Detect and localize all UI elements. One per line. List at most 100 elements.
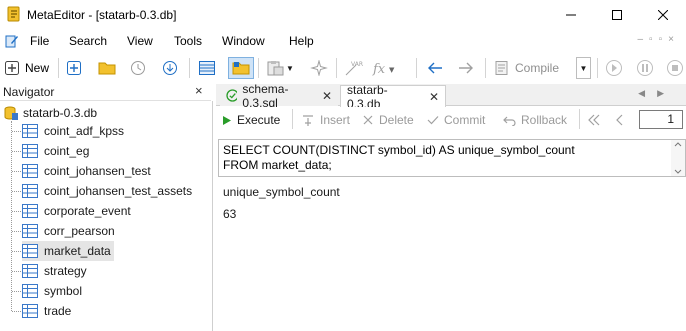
svg-text:fx: fx xyxy=(372,62,386,76)
tree-item-corr-pearson[interactable]: corr_pearson xyxy=(12,221,118,241)
tree-item-strategy[interactable]: strategy xyxy=(12,261,90,281)
insert-row-icon xyxy=(303,114,313,126)
menu-help[interactable]: Help xyxy=(289,34,314,48)
sparkle-icon xyxy=(310,60,328,76)
navigator-header: Navigator × xyxy=(0,83,211,101)
arrow-right-icon xyxy=(459,62,473,74)
sql-scrollbar[interactable] xyxy=(671,140,685,176)
debug-pause-button[interactable] xyxy=(636,57,654,79)
tab-scroll-arrows[interactable]: ◀▶ xyxy=(638,88,676,99)
delete-button[interactable]: Delete xyxy=(362,112,414,128)
tree-item-coint-johansen-test[interactable]: coint_johansen_test xyxy=(12,161,154,181)
close-icon xyxy=(658,10,668,20)
execute-button[interactable]: Execute xyxy=(222,112,280,128)
tab-schema-sql[interactable]: schema-0.3.sql ✕ xyxy=(220,82,338,110)
wizard-button[interactable] xyxy=(310,57,328,79)
maximize-button[interactable] xyxy=(594,0,640,30)
tree-item-trade[interactable]: trade xyxy=(12,301,74,321)
editor-tab-strip: schema-0.3.sql ✕ statarb-0.3.db ✕ ◀▶ xyxy=(216,82,686,111)
table-icon xyxy=(22,204,38,218)
table-icon xyxy=(22,184,38,198)
function-icon: fx ▼ xyxy=(372,62,395,76)
variable-icon: VAR xyxy=(345,61,363,76)
tree-item-coint-adf-kpss[interactable]: coint_adf_kpss xyxy=(12,121,127,141)
menu-window[interactable]: Window xyxy=(222,34,265,48)
commit-button[interactable]: Commit xyxy=(427,112,485,128)
delete-x-icon xyxy=(363,115,373,125)
svg-text:VAR: VAR xyxy=(351,61,363,68)
debug-start-button[interactable] xyxy=(605,57,623,79)
tree-root-database[interactable]: statarb-0.3.db xyxy=(3,105,97,121)
prev-page-button[interactable] xyxy=(615,112,625,128)
title-bar: MetaEditor - [statarb-0.3.db] xyxy=(0,0,686,30)
download-button[interactable] xyxy=(162,57,178,79)
check-circle-icon xyxy=(226,89,238,102)
menu-bar: File Search View Tools Window Help –▫▫× xyxy=(0,30,686,52)
compile-button[interactable]: Compile xyxy=(494,57,559,79)
close-button[interactable] xyxy=(640,0,686,30)
function-button[interactable]: fx ▼ xyxy=(372,57,398,79)
tab-close-icon[interactable]: ✕ xyxy=(322,89,332,103)
tree-item-market-data[interactable]: market_data xyxy=(12,241,114,261)
back-button[interactable] xyxy=(426,57,444,79)
menu-view[interactable]: View xyxy=(127,34,153,48)
toolbar-separator xyxy=(416,58,417,78)
toolbar-separator xyxy=(58,58,59,78)
compile-dropdown-button[interactable]: ▼ xyxy=(576,57,591,79)
result-cell[interactable]: 63 xyxy=(223,207,236,221)
pause-circle-icon xyxy=(637,60,653,76)
table-icon xyxy=(22,284,38,298)
table-icon xyxy=(22,224,38,238)
variable-button[interactable]: VAR xyxy=(344,57,364,79)
sql-query-editor[interactable]: SELECT COUNT(DISTINCT symbol_id) AS uniq… xyxy=(218,139,686,177)
undo-icon xyxy=(503,116,516,126)
tree-item-coint-eg[interactable]: coint_eg xyxy=(12,141,92,161)
toolbox-button[interactable] xyxy=(198,57,216,79)
debug-stop-button[interactable] xyxy=(666,57,684,79)
menu-file[interactable]: File xyxy=(30,34,49,48)
forward-button[interactable] xyxy=(457,57,475,79)
play-circle-icon xyxy=(606,60,622,76)
table-icon xyxy=(22,264,38,278)
tree-item-corporate-event[interactable]: corporate_event xyxy=(12,201,134,221)
mdi-window-controls[interactable]: –▫▫× xyxy=(638,34,681,45)
open-folder-button[interactable] xyxy=(98,57,116,79)
database-icon xyxy=(4,106,18,120)
add-file-icon xyxy=(67,61,81,75)
table-icon xyxy=(22,164,38,178)
menu-tools[interactable]: Tools xyxy=(174,34,202,48)
toolbar-separator xyxy=(597,58,598,78)
maximize-icon xyxy=(612,10,622,20)
new-button[interactable]: New xyxy=(4,57,49,79)
table-icon xyxy=(22,304,38,318)
navigator-toggle-button[interactable] xyxy=(228,57,254,79)
history-button[interactable] xyxy=(130,57,146,79)
rollback-button[interactable]: Rollback xyxy=(503,112,567,128)
minimize-button[interactable] xyxy=(548,0,594,30)
tools-dropdown-button[interactable]: ▼ xyxy=(266,57,294,79)
sql-line-1: SELECT COUNT(DISTINCT symbol_id) AS uniq… xyxy=(223,143,575,157)
tab-label: schema-0.3.sql xyxy=(242,81,289,110)
dropdown-arrow-icon: ▼ xyxy=(286,63,294,73)
insert-button[interactable]: Insert xyxy=(301,112,350,128)
result-column-header[interactable]: unique_symbol_count xyxy=(223,185,340,199)
tree-item-symbol[interactable]: symbol xyxy=(12,281,85,301)
svg-text:▼: ▼ xyxy=(389,66,395,74)
navigator-tree: statarb-0.3.db coint_adf_kpss coint_eg c… xyxy=(0,101,213,331)
chevron-left-icon xyxy=(616,114,623,126)
stop-circle-icon xyxy=(667,60,683,76)
tree-root-label: statarb-0.3.db xyxy=(23,106,98,120)
compile-icon xyxy=(495,61,508,75)
navigator-close-icon[interactable]: × xyxy=(195,83,203,98)
page-number-input[interactable]: 1 xyxy=(639,110,683,129)
tree-item-coint-johansen-test-assets[interactable]: coint_johansen_test_assets xyxy=(12,181,195,201)
toolbar-separator xyxy=(292,109,293,129)
document-edit-icon xyxy=(5,35,18,48)
tab-close-icon[interactable]: ✕ xyxy=(429,90,439,104)
menu-search[interactable]: Search xyxy=(69,34,107,48)
dropdown-arrow-icon: ▼ xyxy=(579,63,588,73)
tab-statarb-db[interactable]: statarb-0.3.db ✕ xyxy=(340,83,446,111)
new-file-button[interactable] xyxy=(66,57,82,79)
first-page-button[interactable] xyxy=(587,112,601,128)
table-icon xyxy=(22,124,38,138)
